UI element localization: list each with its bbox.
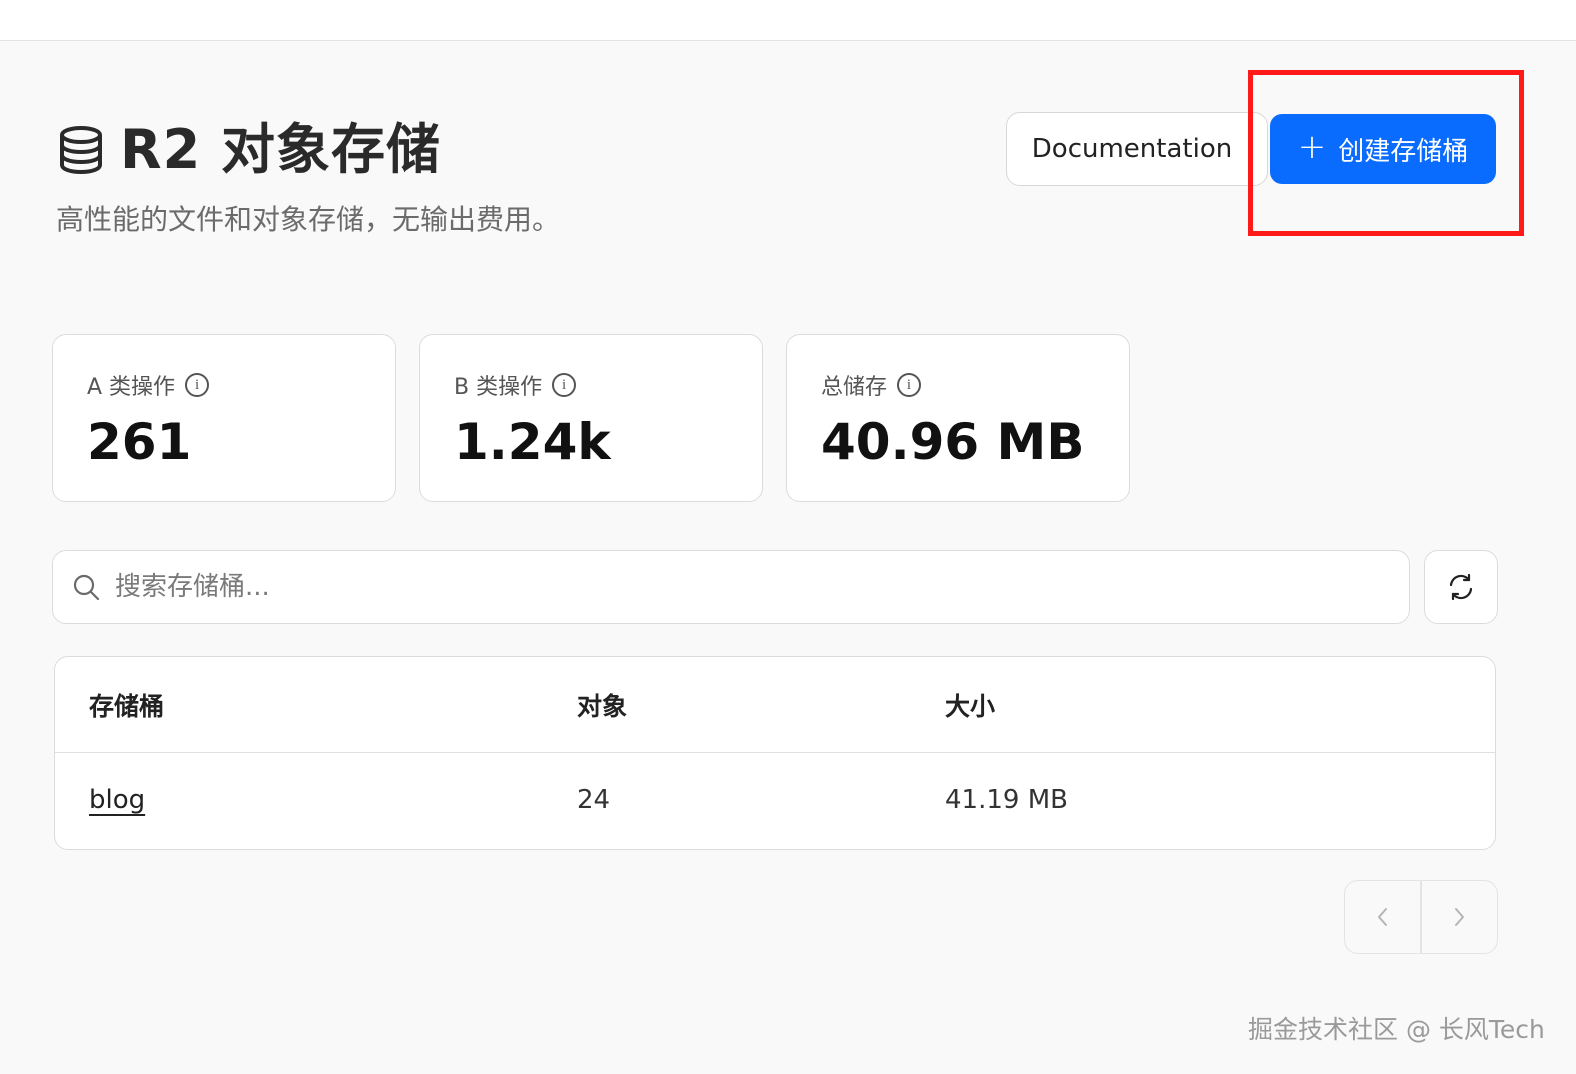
- database-icon: [60, 126, 102, 175]
- stat-label-text: A 类操作: [87, 375, 176, 400]
- stat-label: 总储存 i: [821, 369, 922, 401]
- pagination: [1344, 880, 1498, 954]
- table-header: 存储桶 对象 大小: [55, 657, 1495, 753]
- stat-card-class-b-operations: B 类操作 i 1.24k: [419, 334, 763, 502]
- size-cell: 41.19 MB: [945, 785, 1068, 815]
- highlight-annotation-box: [1248, 70, 1524, 236]
- chevron-left-icon: [1377, 908, 1387, 926]
- stat-value: 1.24k: [454, 413, 611, 471]
- stat-label-text: B 类操作: [454, 375, 543, 400]
- info-icon[interactable]: i: [897, 373, 922, 397]
- next-page-button[interactable]: [1422, 881, 1497, 953]
- stat-label: B 类操作 i: [454, 369, 577, 401]
- watermark: 掘金技术社区 @ 长风Tech: [1248, 1015, 1545, 1044]
- stat-label: A 类操作 i: [87, 369, 210, 401]
- info-icon[interactable]: i: [552, 373, 577, 397]
- stat-value: 40.96 MB: [821, 413, 1085, 471]
- refresh-button[interactable]: [1424, 550, 1498, 624]
- bucket-name-link[interactable]: blog: [89, 785, 145, 815]
- stat-card-class-a-operations: A 类操作 i 261: [52, 334, 396, 502]
- column-header-size[interactable]: 大小: [945, 687, 995, 723]
- search-box[interactable]: [52, 550, 1410, 624]
- column-header-objects[interactable]: 对象: [577, 687, 627, 723]
- documentation-button-label: Documentation: [1031, 134, 1233, 164]
- column-header-bucket[interactable]: 存储桶: [89, 687, 164, 723]
- page-title: R2 对象存储: [120, 118, 441, 181]
- page-header: R2 对象存储: [58, 118, 441, 182]
- page-subtitle: 高性能的文件和对象存储，无输出费用。: [56, 203, 561, 236]
- chevron-right-icon: [1455, 908, 1465, 926]
- objects-cell: 24: [577, 785, 611, 815]
- stat-label-text: 总储存: [821, 375, 888, 400]
- info-icon[interactable]: i: [185, 373, 210, 397]
- documentation-button[interactable]: Documentation: [1006, 112, 1268, 186]
- buckets-table: 存储桶 对象 大小 blog 24 41.19 MB: [54, 656, 1496, 850]
- stat-value: 261: [87, 413, 192, 471]
- top-bar: [0, 0, 1576, 41]
- search-input[interactable]: [115, 572, 1365, 602]
- refresh-icon: [1449, 573, 1473, 601]
- search-icon: [73, 574, 100, 601]
- bucket-name-cell: blog: [89, 785, 145, 815]
- stat-card-total-storage: 总储存 i 40.96 MB: [786, 334, 1130, 502]
- previous-page-button[interactable]: [1345, 881, 1420, 953]
